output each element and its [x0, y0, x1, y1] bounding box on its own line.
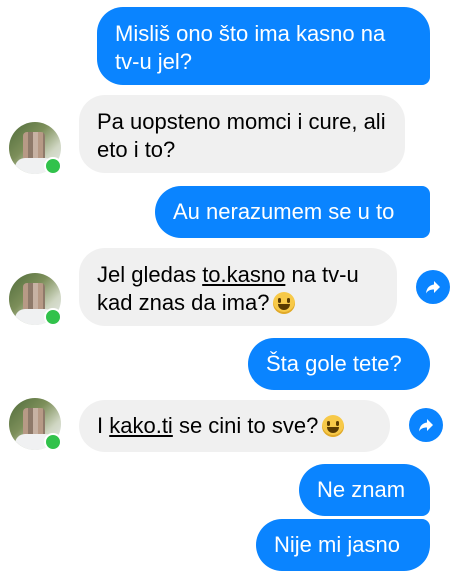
message-text-before: Jel gledas — [97, 262, 203, 287]
outgoing-message[interactable]: Au nerazumem se u to — [155, 186, 430, 238]
message-text: Šta gole tete? — [266, 351, 402, 376]
outgoing-message[interactable]: Nije mi jasno — [256, 519, 430, 571]
outgoing-message[interactable]: Misliš ono što ima kasno na tv-u jel? — [97, 7, 430, 85]
outgoing-message[interactable]: Ne znam — [299, 464, 430, 516]
online-dot-icon — [44, 157, 62, 175]
share-button[interactable] — [416, 270, 450, 304]
message-text: Pa uopsteno momci i cure, ali eto i to? — [97, 109, 386, 162]
online-dot-icon — [44, 433, 62, 451]
grinning-emoji-icon — [322, 415, 345, 437]
share-button[interactable] — [409, 408, 443, 442]
share-arrow-icon — [419, 419, 433, 432]
message-text: Ne znam — [317, 477, 406, 502]
share-arrow-icon — [426, 281, 440, 294]
message-text-after: se cini to sve? — [172, 413, 319, 438]
message-text-before: I — [97, 413, 110, 438]
outgoing-message[interactable]: Šta gole tete? — [248, 338, 430, 390]
incoming-message[interactable]: I kako.ti se cini to sve? — [79, 400, 390, 452]
incoming-message[interactable]: Pa uopsteno momci i cure, ali eto i to? — [79, 95, 405, 173]
message-text: Misliš ono što ima kasno na tv-u jel? — [115, 21, 386, 74]
online-dot-icon — [44, 308, 62, 326]
message-text: Au nerazumem se u to — [173, 199, 395, 224]
message-text: Nije mi jasno — [274, 532, 400, 557]
incoming-message[interactable]: Jel gledas to.kasno na tv-u kad znas da … — [79, 248, 397, 326]
message-link[interactable]: kako.ti — [109, 413, 173, 438]
message-thread: Misliš ono što ima kasno na tv-u jel? Pa… — [0, 0, 462, 575]
message-link[interactable]: to.kasno — [202, 262, 285, 287]
grinning-emoji-icon — [273, 292, 296, 314]
